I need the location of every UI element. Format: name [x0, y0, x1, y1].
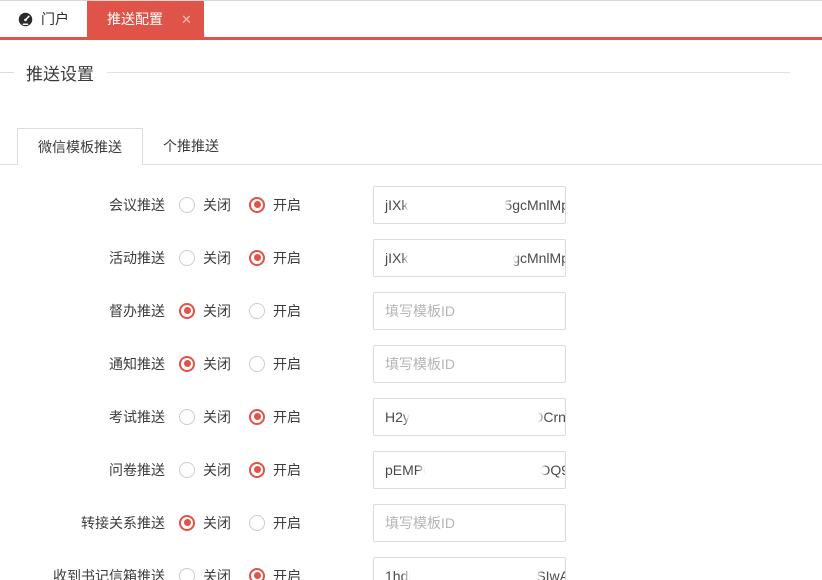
- radio-on-label: 开启: [273, 249, 301, 266]
- template-id-input[interactable]: 1hdi5 YSIwA: [373, 556, 566, 580]
- radio-off[interactable]: [179, 249, 195, 266]
- push-settings-form: 会议推送 关闭 开启 jIXkD P5gcMnlMp 活动推送 关闭 开启 jI…: [0, 178, 822, 580]
- radio-group-on[interactable]: 开启: [249, 354, 301, 374]
- radio-on-label: 开启: [273, 514, 301, 531]
- radio-group-off[interactable]: 关闭: [179, 566, 231, 580]
- radio-off-label: 关闭: [203, 514, 231, 531]
- redaction-blur: [409, 192, 505, 217]
- radio-off-label: 关闭: [203, 302, 231, 319]
- radio-off-label: 关闭: [203, 196, 231, 213]
- radio-group-off[interactable]: 关闭: [179, 248, 231, 268]
- template-id-input[interactable]: H2yE IDCrnl: [373, 397, 566, 436]
- radio-on[interactable]: [249, 514, 265, 531]
- template-id-input[interactable]: [373, 344, 566, 383]
- radio-group-on[interactable]: 开启: [249, 195, 301, 215]
- radio-off[interactable]: [179, 567, 195, 580]
- radio-group-on[interactable]: 开启: [249, 407, 301, 427]
- radio-on[interactable]: [249, 567, 265, 580]
- window-tab-label: 门户: [41, 11, 69, 27]
- radio-group-off[interactable]: 关闭: [179, 301, 231, 321]
- radio-on[interactable]: [249, 196, 265, 213]
- radio-off[interactable]: [179, 196, 195, 213]
- radio-group-off[interactable]: 关闭: [179, 195, 231, 215]
- template-id-input[interactable]: jIXkD 5gcMnlMp: [373, 238, 566, 277]
- radio-on[interactable]: [249, 408, 265, 425]
- form-row-secretary-mailbox-push: 收到书记信箱推送 关闭 开启 1hdi5 YSIwA: [0, 549, 822, 580]
- radio-on[interactable]: [249, 302, 265, 319]
- page-title: 推送设置: [26, 64, 94, 84]
- window-tab-bar: 门户 推送配置 ✕: [0, 0, 822, 37]
- radio-off-label: 关闭: [203, 355, 231, 372]
- input-value-right: 5gcMnlMp: [504, 249, 566, 266]
- radio-group-off[interactable]: 关闭: [179, 354, 231, 374]
- radio-group-off[interactable]: 关闭: [179, 513, 231, 533]
- row-label: 问卷推送: [109, 461, 165, 478]
- title-right-divider: [107, 71, 790, 73]
- row-label: 收到书记信箱推送: [53, 567, 165, 580]
- form-row-questionnaire-push: 问卷推送 关闭 开启 pEMPG _OQ9: [0, 443, 822, 496]
- template-id-input[interactable]: [373, 291, 566, 330]
- radio-off[interactable]: [179, 355, 195, 372]
- window-tab-push-config[interactable]: 推送配置 ✕: [87, 1, 204, 37]
- form-row-meeting-push: 会议推送 关闭 开启 jIXkD P5gcMnlMp: [0, 178, 822, 231]
- title-left-divider: [0, 71, 14, 73]
- radio-on-label: 开启: [273, 196, 301, 213]
- tab-bar-underline: [0, 37, 822, 40]
- radio-on[interactable]: [249, 249, 265, 266]
- window-tab-portal[interactable]: 门户: [0, 1, 87, 37]
- radio-off[interactable]: [179, 302, 195, 319]
- radio-off-label: 关闭: [203, 461, 231, 478]
- radio-on[interactable]: [249, 355, 265, 372]
- form-row-notice-push: 通知推送 关闭 开启: [0, 337, 822, 390]
- row-label: 考试推送: [109, 408, 165, 425]
- tab-wechat-template-push[interactable]: 微信模板推送: [17, 128, 143, 165]
- radio-off[interactable]: [179, 514, 195, 531]
- radio-group-on[interactable]: 开启: [249, 460, 301, 480]
- radio-off-label: 关闭: [203, 249, 231, 266]
- redaction-blur: [410, 563, 536, 580]
- dashboard-icon: [18, 12, 33, 27]
- radio-on-label: 开启: [273, 355, 301, 372]
- radio-group-off[interactable]: 关闭: [179, 407, 231, 427]
- radio-off-label: 关闭: [203, 408, 231, 425]
- radio-group-off[interactable]: 关闭: [179, 460, 231, 480]
- row-label: 活动推送: [109, 249, 165, 266]
- row-label: 转接关系推送: [81, 514, 165, 531]
- radio-group-on[interactable]: 开启: [249, 248, 301, 268]
- form-row-activity-push: 活动推送 关闭 开启 jIXkD 5gcMnlMp: [0, 231, 822, 284]
- template-id-input[interactable]: [373, 503, 566, 542]
- form-row-exam-push: 考试推送 关闭 开启 H2yE IDCrnl: [0, 390, 822, 443]
- form-row-transfer-relation-push: 转接关系推送 关闭 开启: [0, 496, 822, 549]
- radio-group-on[interactable]: 开启: [249, 301, 301, 321]
- redaction-blur: [410, 404, 539, 429]
- radio-off-label: 关闭: [203, 567, 231, 580]
- tab-getui-push[interactable]: 个推推送: [143, 129, 239, 164]
- redaction-blur: [409, 245, 514, 270]
- push-type-tabs: 微信模板推送 个推推送: [0, 128, 822, 165]
- close-icon[interactable]: ✕: [181, 13, 192, 26]
- radio-on-label: 开启: [273, 302, 301, 319]
- row-label: 督办推送: [109, 302, 165, 319]
- radio-group-on[interactable]: 开启: [249, 566, 301, 580]
- radio-group-on[interactable]: 开启: [249, 513, 301, 533]
- radio-on-label: 开启: [273, 408, 301, 425]
- section-header: 推送设置: [0, 59, 822, 85]
- row-label: 通知推送: [109, 355, 165, 372]
- input-value-right: P5gcMnlMp: [495, 196, 566, 213]
- form-row-supervise-push: 督办推送 关闭 开启: [0, 284, 822, 337]
- radio-on-label: 开启: [273, 567, 301, 580]
- window-tab-label: 推送配置: [107, 11, 163, 27]
- redaction-blur: [425, 457, 541, 482]
- radio-off[interactable]: [179, 408, 195, 425]
- row-label: 会议推送: [109, 196, 165, 213]
- template-id-input[interactable]: jIXkD P5gcMnlMp: [373, 185, 566, 224]
- template-id-input[interactable]: pEMPG _OQ9: [373, 450, 566, 489]
- radio-on-label: 开启: [273, 461, 301, 478]
- radio-on[interactable]: [249, 461, 265, 478]
- radio-off[interactable]: [179, 461, 195, 478]
